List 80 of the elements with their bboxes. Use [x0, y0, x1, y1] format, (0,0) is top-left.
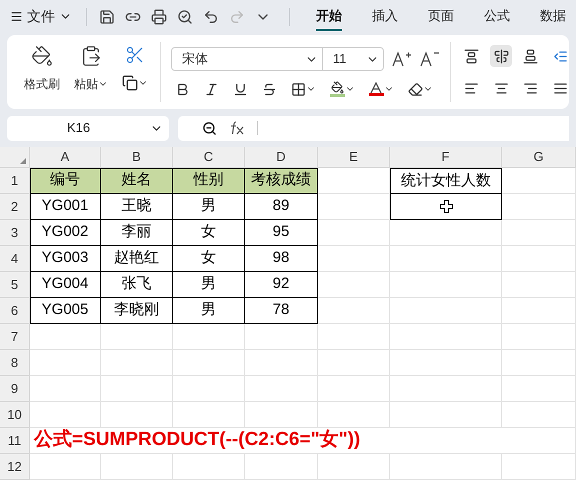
table-cell: YG004 [30, 272, 101, 298]
row-header[interactable]: 8 [0, 350, 30, 376]
row-header[interactable]: 1 [0, 168, 30, 194]
copy-icon[interactable] [122, 75, 148, 91]
clipboard-icon [80, 45, 102, 67]
table-cell: 男 [173, 272, 245, 298]
italic-icon[interactable] [204, 82, 219, 96]
strikethrough-icon[interactable] [262, 82, 277, 96]
row-header[interactable]: 12 [0, 454, 30, 480]
empty-cell[interactable] [390, 194, 502, 220]
row-header[interactable]: 4 [0, 246, 30, 272]
scissors-icon[interactable] [125, 45, 145, 65]
column-header[interactable]: D [245, 147, 318, 168]
table-cell: YG003 [30, 246, 101, 272]
table-cell: 女 [173, 220, 245, 246]
row-header[interactable]: 6 [0, 298, 30, 324]
table-cell: 李晓刚 [101, 298, 173, 324]
row-header[interactable]: 2 [0, 194, 30, 220]
name-box[interactable]: K16 [7, 116, 169, 140]
table-cell: 赵艳红 [101, 246, 173, 272]
table-cell: 张飞 [101, 272, 173, 298]
undo-icon[interactable] [203, 8, 219, 24]
table-cell: 男 [173, 194, 245, 220]
ribbon-tab[interactable]: 开始 [316, 2, 342, 30]
column-header[interactable]: F [390, 147, 502, 168]
row-header[interactable]: 10 [0, 402, 30, 428]
redo-icon[interactable] [229, 8, 245, 24]
table-cell: 李丽 [101, 220, 173, 246]
summary-label-cell: 统计女性人数 [390, 168, 502, 194]
header-cell: 性别 [173, 168, 245, 194]
function-icon[interactable] [229, 121, 245, 135]
column-header[interactable]: C [173, 147, 245, 168]
file-menu[interactable]: 文件 [10, 6, 72, 27]
header-cell: 编号 [30, 168, 101, 194]
column-header[interactable]: G [502, 147, 576, 168]
ribbon-tab[interactable]: 公式 [484, 2, 510, 30]
row-header[interactable]: 9 [0, 376, 30, 402]
ribbon-tab[interactable]: 插入 [372, 2, 398, 30]
increase-font-icon[interactable] [392, 51, 412, 67]
table-cell: 王晓 [101, 194, 173, 220]
align-middle-icon[interactable] [490, 45, 512, 67]
table-cell: 92 [245, 272, 318, 298]
table-cell: 女 [173, 246, 245, 272]
paint-bucket-icon [31, 45, 53, 67]
eraser-icon[interactable] [408, 82, 433, 96]
underline-icon[interactable] [232, 82, 248, 96]
fill-color-icon[interactable] [330, 81, 355, 97]
column-header[interactable]: B [101, 147, 173, 168]
table-cell: 98 [245, 246, 318, 272]
paste-button[interactable]: 粘贴 [74, 45, 108, 93]
header-cell: 考核成绩 [245, 168, 318, 194]
table-cell: 89 [245, 194, 318, 220]
formula-note: 公式=SUMPRODUCT(--(C2:C6="女")) [34, 428, 360, 452]
table-cell: YG002 [30, 220, 101, 246]
font-dropdown[interactable]: 宋体 [172, 48, 323, 70]
zoom-out-icon[interactable] [202, 120, 217, 136]
font-size-dropdown[interactable]: 11 [322, 48, 383, 70]
borders-icon[interactable] [290, 82, 316, 96]
save-icon[interactable] [99, 8, 115, 24]
cell-cursor-icon [440, 200, 452, 213]
header-cell: 姓名 [101, 168, 173, 194]
ribbon-tab[interactable]: 页面 [428, 2, 454, 30]
row-header[interactable]: 5 [0, 272, 30, 298]
column-header[interactable]: A [30, 147, 101, 168]
column-header[interactable]: E [318, 147, 390, 168]
format-painter-button[interactable]: 格式刷 [24, 45, 60, 93]
table-cell: YG005 [30, 298, 101, 324]
menu-icon [10, 10, 23, 23]
table-cell: 男 [173, 298, 245, 324]
print-icon[interactable] [151, 8, 167, 24]
font-color-icon[interactable] [368, 82, 394, 96]
row-header[interactable]: 7 [0, 324, 30, 350]
table-cell: 78 [245, 298, 318, 324]
ribbon-tab[interactable]: 数据 [540, 2, 566, 30]
table-cell: 95 [245, 220, 318, 246]
table-cell: YG001 [30, 194, 101, 220]
print-preview-icon[interactable] [177, 8, 193, 24]
row-header[interactable]: 3 [0, 220, 30, 246]
decrease-font-icon[interactable] [420, 51, 440, 67]
row-header[interactable]: 11 [0, 428, 30, 454]
